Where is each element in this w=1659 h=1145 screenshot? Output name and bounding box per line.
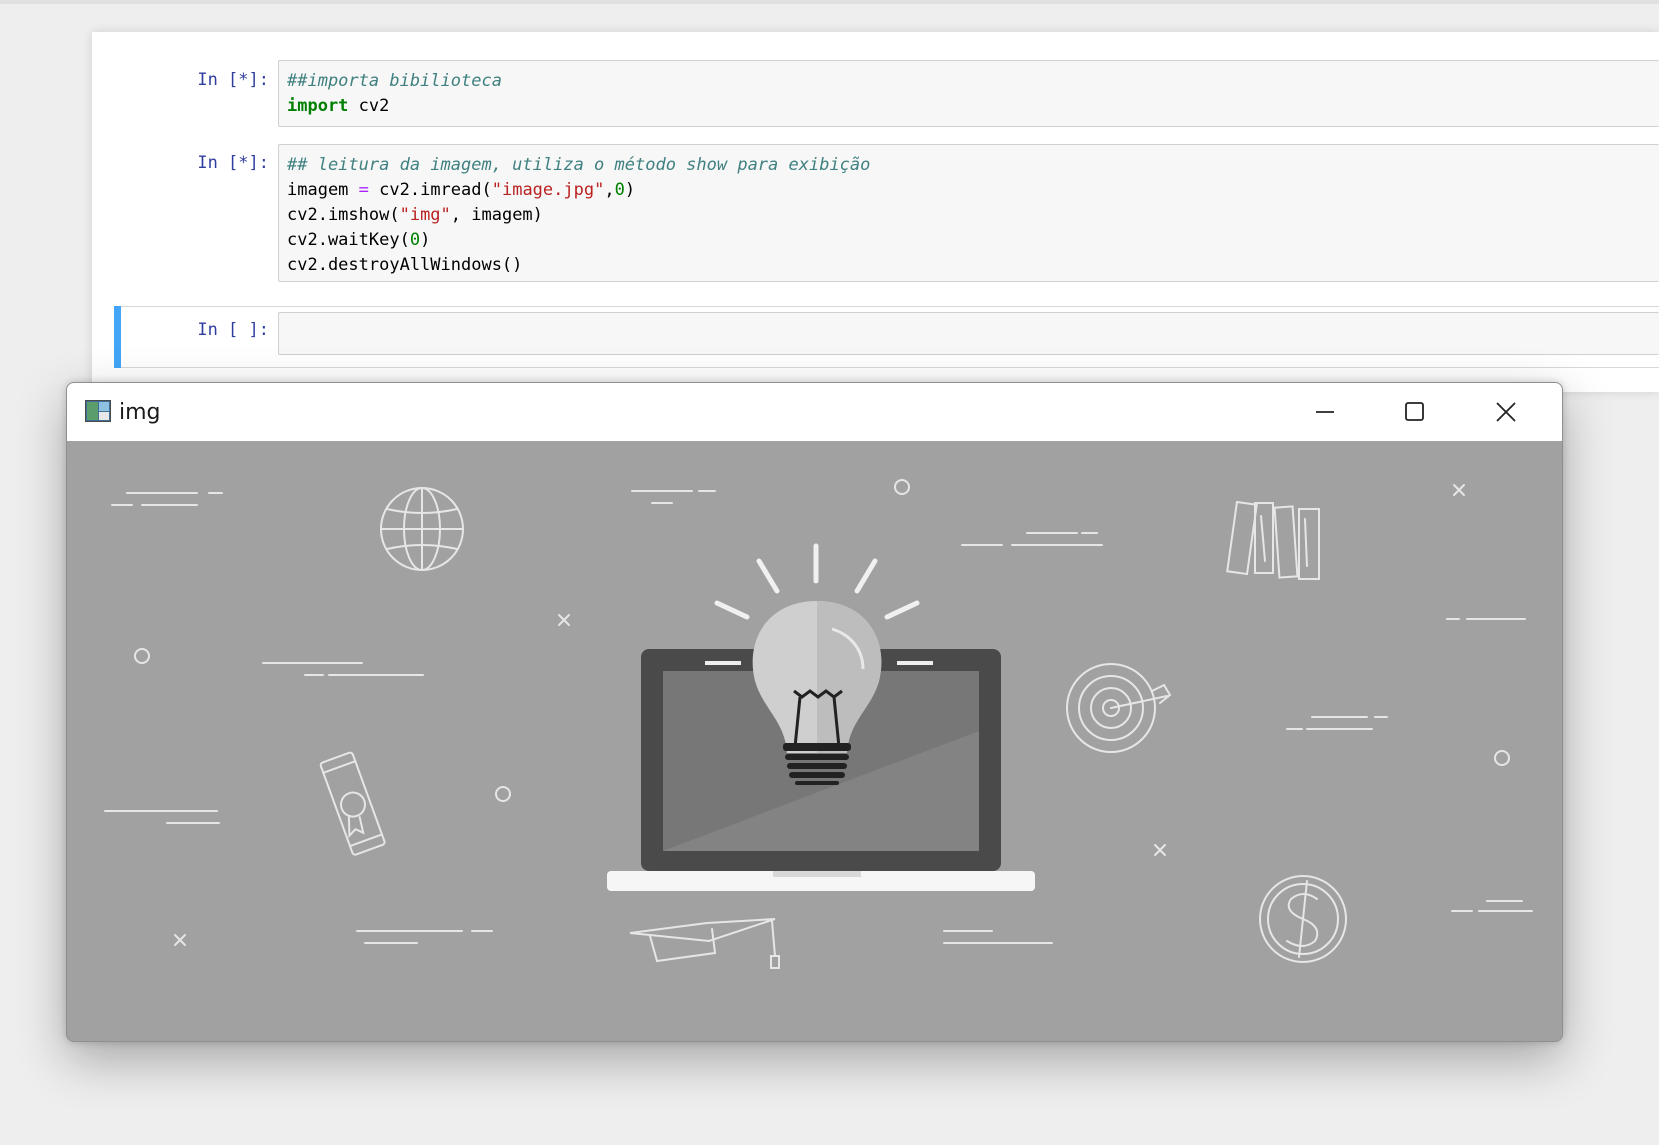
code-input[interactable]: ## leitura da imagem, utiliza o método s…	[278, 144, 1659, 282]
code-token: "img"	[399, 205, 451, 225]
code-token: , imagem)	[450, 205, 543, 225]
window-title: img	[119, 400, 161, 425]
globe-icon	[380, 487, 464, 571]
code-token: imagem	[287, 180, 359, 200]
cell-prompt: In [*]:	[197, 153, 269, 173]
code-input[interactable]: ##importa bibilioteca import cv2	[278, 60, 1659, 127]
notebook-panel: In [*]: ##importa bibilioteca import cv2 …	[92, 32, 1659, 392]
code-token: cv2.imshow(	[287, 205, 400, 225]
selected-cell-indicator	[114, 306, 121, 368]
code-token: 0	[614, 180, 625, 200]
code-input-empty[interactable]	[278, 312, 1659, 355]
code-token: ## leitura da imagem, utiliza o método s…	[287, 155, 871, 175]
code-token: cv2	[348, 96, 390, 116]
code-token: ##importa bibilioteca	[287, 71, 502, 91]
code-token: import	[287, 96, 349, 116]
displayed-image	[67, 441, 1562, 1041]
code-line: cv2.waitKey(0)	[287, 228, 1651, 253]
code-line: cv2.destroyAllWindows()	[287, 253, 1651, 278]
minimize-button[interactable]	[1279, 383, 1371, 441]
maximize-button[interactable]	[1369, 383, 1461, 441]
code-line: ## leitura da imagem, utiliza o método s…	[287, 153, 1651, 178]
code-token: cv2.imread(	[368, 180, 492, 200]
code-token: "image.jpg"	[491, 180, 605, 200]
window-titlebar[interactable]: img	[67, 383, 1562, 441]
top-strip	[0, 0, 1659, 4]
cell-prompt: In [ ]:	[197, 320, 269, 340]
code-token: ,	[604, 180, 615, 200]
close-button[interactable]	[1460, 383, 1552, 441]
close-icon	[1496, 402, 1516, 422]
code-line: import cv2	[287, 94, 1651, 119]
maximize-icon	[1405, 402, 1424, 421]
opencv-image-window[interactable]: img	[66, 382, 1563, 1042]
code-token: )	[624, 180, 636, 200]
code-token: )	[420, 230, 431, 250]
code-token: cv2.destroyAllWindows()	[287, 255, 523, 275]
code-token: cv2.waitKey(	[287, 230, 410, 250]
code-token: =	[358, 180, 369, 200]
code-line: imagem = cv2.imread("image.jpg",0)	[287, 178, 1651, 203]
code-line: cv2.imshow("img", imagem)	[287, 203, 1651, 228]
cell-prompt: In [*]:	[197, 70, 269, 90]
minimize-icon	[1316, 411, 1334, 413]
app-icon	[85, 400, 111, 422]
code-line: ##importa bibilioteca	[287, 69, 1651, 94]
code-token: 0	[409, 230, 421, 250]
